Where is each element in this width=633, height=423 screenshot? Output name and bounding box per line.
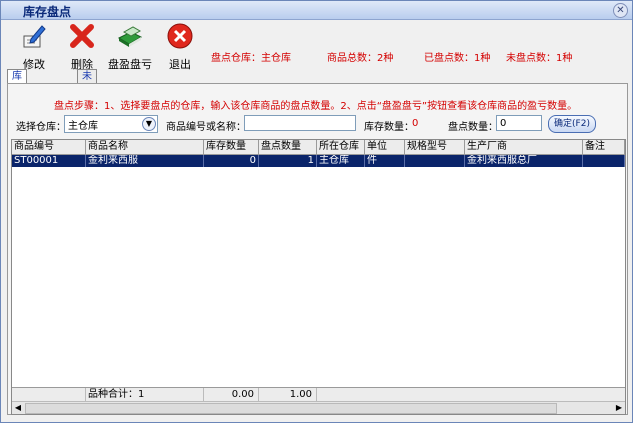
cell-code: ST00001: [12, 155, 86, 167]
col-note[interactable]: 备注: [583, 140, 625, 154]
chevron-down-icon[interactable]: ▼: [142, 117, 156, 131]
arrow-right-icon[interactable]: ▶: [613, 402, 625, 414]
inventory-window: 库存盘点 ✕ 修改 删除 盘盈盘亏 退出 盘点仓库：主仓库 商品总数：2种 已盘…: [0, 0, 633, 423]
inventory-grid: 商品编号 商品名称 库存数量 盘点数量 所在仓库 单位 规格型号 生产厂商 备注…: [11, 139, 626, 415]
stat-uncounted: 未盘点数：1种: [506, 53, 573, 64]
footer-spacer: [12, 388, 86, 401]
tab-count-input[interactable]: 库存盘点输入: [7, 69, 27, 147]
table-row[interactable]: ST00001 金利来西服 0 1 主仓库 件 金利来西服总厂: [12, 155, 625, 167]
exit-icon: [167, 23, 193, 49]
delete-button[interactable]: 删除: [57, 22, 107, 71]
exit-button[interactable]: 退出: [155, 22, 205, 71]
search-input[interactable]: [244, 115, 356, 131]
surplus-loss-button[interactable]: 盘盈盘亏: [105, 22, 155, 71]
footer-stock-sum: 0.00: [204, 388, 259, 401]
col-code[interactable]: 商品编号: [12, 140, 86, 154]
cell-note: [583, 155, 625, 167]
window-title: 库存盘点: [23, 5, 72, 19]
scrollbar-thumb[interactable]: [25, 403, 557, 414]
edit-button[interactable]: 修改: [9, 22, 59, 71]
pencil-icon: [23, 25, 46, 48]
count-input-panel: 盘点步骤：1、选择要盘点的仓库，输入该仓库商品的盘点数量。2、点击“盘盈盘亏”按…: [7, 83, 628, 415]
cell-spec: [405, 155, 465, 167]
cell-count[interactable]: 1: [259, 155, 317, 167]
arrow-left-icon[interactable]: ◀: [12, 402, 24, 414]
col-stock[interactable]: 库存数量: [204, 140, 259, 154]
warehouse-label: 选择仓库：: [16, 122, 66, 133]
grid-footer: 品种合计：1 0.00 1.00: [12, 387, 625, 401]
exit-label: 退出: [169, 58, 191, 71]
instruction-text: 盘点步骤：1、选择要盘点的仓库，输入该仓库商品的盘点数量。2、点击“盘盈盘亏”按…: [54, 101, 578, 112]
stat-counted: 已盘点数：1种: [424, 53, 491, 64]
book-icon: [117, 26, 143, 47]
col-unit[interactable]: 单位: [365, 140, 405, 154]
footer-total-count: 品种合计：1: [86, 388, 204, 401]
title-bar[interactable]: 库存盘点 ✕: [1, 1, 632, 20]
count-label: 盘点数量：: [448, 122, 498, 133]
cell-warehouse: 主仓库: [317, 155, 365, 167]
col-spec[interactable]: 规格型号: [405, 140, 465, 154]
horizontal-scrollbar[interactable]: ◀ ▶: [12, 401, 625, 414]
stock-label: 库存数量：: [364, 122, 414, 133]
cell-name: 金利来西服: [86, 155, 204, 167]
tab-uncounted-query[interactable]: 未盘商品查询: [77, 69, 97, 147]
warehouse-select[interactable]: 主仓库 ▼: [64, 115, 158, 133]
delete-cross-icon: [70, 24, 94, 48]
cell-maker: 金利来西服总厂: [465, 155, 583, 167]
col-maker[interactable]: 生产厂商: [465, 140, 583, 154]
warehouse-value: 主仓库: [68, 121, 98, 132]
search-label: 商品编号或名称：: [166, 122, 246, 133]
stock-value: 0: [412, 118, 419, 129]
grid-header: 商品编号 商品名称 库存数量 盘点数量 所在仓库 单位 规格型号 生产厂商 备注: [12, 140, 625, 155]
confirm-button[interactable]: 确定(F2): [548, 115, 596, 133]
col-name[interactable]: 商品名称: [86, 140, 204, 154]
stat-warehouse: 盘点仓库：主仓库: [211, 53, 291, 64]
col-count[interactable]: 盘点数量: [259, 140, 317, 154]
footer-count-sum: 1.00: [259, 388, 317, 401]
count-input[interactable]: 0: [496, 115, 542, 131]
col-warehouse[interactable]: 所在仓库: [317, 140, 365, 154]
cell-unit: 件: [365, 155, 405, 167]
close-icon[interactable]: ✕: [613, 3, 628, 18]
surplus-loss-label: 盘盈盘亏: [108, 58, 152, 71]
cell-stock: 0: [204, 155, 259, 167]
toolbar: 修改 删除 盘盈盘亏 退出 盘点仓库：主仓库 商品总数：2种 已盘点数：1种 未…: [1, 20, 632, 71]
stat-product-total: 商品总数：2种: [327, 53, 394, 64]
